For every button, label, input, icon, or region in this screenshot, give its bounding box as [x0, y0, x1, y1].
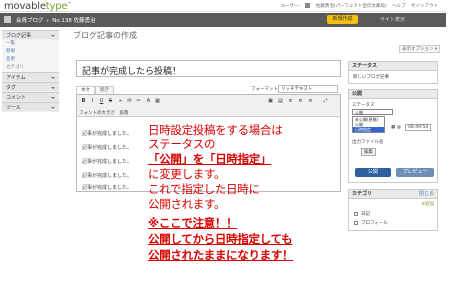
checkbox[interactable] [354, 211, 358, 216]
sidebar-item-tags[interactable]: タグ [2, 82, 59, 92]
image-icon[interactable]: ▣ [267, 98, 274, 105]
blog-context[interactable]: 会員ブログ ▸ No.138 佐藤勇治 [16, 16, 96, 24]
fullscreen-icon[interactable]: ⤢ [322, 98, 329, 105]
text-color-icon[interactable]: A [145, 98, 152, 105]
sidebar-item-list[interactable]: 一覧 [2, 40, 59, 48]
format-select[interactable]: リッチテキスト [278, 85, 338, 93]
option-scheduled[interactable]: 日時指定 [353, 127, 384, 132]
body-line: 記事が完成しました。 [82, 145, 133, 151]
category-item[interactable]: プロフィール [354, 220, 388, 226]
sidebar-item-entries[interactable]: ブログ記事 [2, 30, 59, 40]
movabletype-logo[interactable]: movabletype™ [4, 1, 71, 12]
sidebar-item-tools[interactable]: ツール [2, 102, 59, 112]
top-header: movabletype™ ユーザー: 佐藤勇治(パーフェクト宣伝文庫局) ヘルプ… [0, 0, 446, 12]
new-create-button[interactable]: 新規作成 [327, 15, 358, 24]
page-title: ブログ記事の作成 [73, 31, 137, 40]
sidebar-item-edit[interactable]: 変更 [2, 56, 59, 64]
category-toggle-link[interactable]: 閉じる [419, 190, 434, 199]
callout-line: ※ここで注意！！ [148, 216, 238, 230]
publish-box: 公開 ステータス 公開 未公開(原稿) 公開 日時指定 ▦ @ 08:49:54… [348, 89, 438, 183]
sidebar-item-new[interactable]: 新規 [2, 48, 59, 56]
align-left-icon[interactable]: ≡ [287, 98, 294, 105]
callout-line: これで指定した日時に [148, 182, 260, 196]
align-center-icon[interactable]: ≡ [297, 98, 304, 105]
underline-icon[interactable]: U [98, 98, 105, 105]
category-title: カテゴリ [352, 191, 373, 197]
unlink-icon[interactable]: ✂ [135, 98, 142, 105]
help-link[interactable]: ヘルプ [392, 4, 406, 9]
callout-line: 日時設定投稿をする場合は [148, 123, 283, 137]
user-label: ユーザー: [280, 4, 300, 9]
sidebar-item-comments[interactable]: コメント [2, 92, 59, 102]
view-site-link[interactable]: サイト表示 [380, 16, 405, 23]
align-right-icon[interactable]: ≡ [307, 98, 314, 105]
signout-link[interactable]: サインアウト [411, 4, 438, 9]
home-icon[interactable] [4, 16, 11, 23]
font-size-control[interactable]: フォントの大きさ 段落 [79, 110, 128, 116]
display-options-button[interactable]: 表示オプション ▾ [399, 45, 441, 53]
category-add-label: 追加 [425, 202, 434, 207]
status-box: ステータス 新しいブログ記事 [348, 61, 438, 84]
font-size-label: フォントの大きさ [79, 111, 115, 116]
sidebar: ブログ記事 一覧 新規 変更 カテゴリ アイテム タグ コメント ツール [2, 30, 59, 130]
callout-line: 公開されたままになります！ [148, 248, 294, 262]
checkbox[interactable] [354, 220, 358, 225]
file-icon[interactable]: ▤ [277, 98, 284, 105]
category-label: 日記 [361, 212, 370, 217]
callout-line: 公開してから日時指定しても [148, 232, 293, 246]
status-value: 新しいブログ記事 [353, 75, 389, 80]
callout-line: ステータスの [148, 137, 216, 151]
right-column: ステータス 新しいブログ記事 公開 ステータス 公開 未公開(原稿) 公開 日時… [348, 61, 438, 281]
body-line: 記事が完成しました。 [82, 131, 133, 137]
entry-title-input[interactable]: 記事が完成したら投稿！ [76, 60, 341, 77]
font-size-value: 段落 [119, 111, 129, 116]
tab-more[interactable]: 続き [95, 86, 114, 94]
blog-number: No.138 [52, 18, 72, 24]
strikethrough-icon[interactable]: S [107, 98, 114, 105]
format-label: フォーマット [251, 87, 278, 92]
filename-label: 出力ファイル名 [352, 140, 384, 145]
logo-text-movable: movable [4, 1, 46, 12]
status-box-title: ステータス [349, 62, 437, 71]
publish-button[interactable]: 公開 [355, 168, 391, 177]
annotation-callout: 日時設定投稿をする場合は ステータスの 「公開」を「日時指定」 に変更します。 … [148, 123, 333, 283]
logo-text-type: type [45, 1, 68, 12]
callout-line: 公開されます。 [148, 197, 226, 211]
sidebar-item-category[interactable]: カテゴリ [2, 64, 59, 72]
avatar [305, 3, 311, 8]
body-line: 記事が完成しました。 [82, 159, 133, 165]
publish-status-dropdown: 未公開(原稿) 公開 日時指定 [352, 116, 385, 133]
blog-navbar: 会員ブログ ▸ No.138 佐藤勇治 新規作成 サイト表示 [0, 13, 446, 27]
publish-status-label: ステータス [352, 103, 375, 108]
body-line: 記事が完成しました。 [82, 185, 133, 191]
callout-line: 「公開」を「日時指定」 [148, 152, 272, 166]
sidebar-item-items[interactable]: アイテム [2, 72, 59, 82]
publish-status-select[interactable]: 公開 [352, 109, 393, 115]
email-link-icon[interactable]: ✉ [126, 98, 133, 105]
blog-label: 会員ブログ [16, 18, 44, 24]
tab-body[interactable]: 本文 [76, 86, 95, 94]
publish-box-title: 公開 [349, 90, 437, 99]
calendar-icon[interactable]: ▦ @ [391, 125, 401, 130]
user-name-link[interactable]: 佐藤勇治(パーフェクト宣伝文庫局) [316, 4, 387, 9]
body-line: 記事が完成しました。 [82, 173, 133, 179]
bold-icon[interactable]: B [80, 98, 87, 105]
italic-icon[interactable]: I [89, 98, 96, 105]
preview-button[interactable]: プレビュー [396, 168, 434, 177]
callout-line: に変更します。 [148, 167, 226, 181]
link-icon[interactable]: ∞ [117, 98, 124, 105]
bg-color-icon[interactable]: ▦ [154, 98, 161, 105]
category-item[interactable]: 日記 [354, 211, 370, 217]
time-input[interactable]: 08:49:54 [405, 124, 432, 131]
category-label: プロフィール [361, 221, 388, 226]
filename-edit-button[interactable]: 編集 [361, 148, 376, 156]
window-frame: movabletype™ ユーザー: 佐藤勇治(パーフェクト宣伝文庫局) ヘルプ… [0, 0, 450, 283]
editor-toolbar: B I U S ∞ ✉ ✂ A ▦ ▣ ▤ ≡ ≡ ≡ ⤢ フォントの大きさ 段… [77, 95, 340, 117]
category-box-title: カテゴリ 閉じる [349, 190, 437, 199]
user-links: ユーザー: 佐藤勇治(パーフェクト宣伝文庫局) ヘルプ サインアウト [277, 3, 438, 9]
category-add-link[interactable]: ⊕追加 [421, 201, 434, 207]
blog-author: 佐藤勇治 [73, 18, 96, 24]
category-box: カテゴリ 閉じる ⊕追加 日記 プロフィール [348, 189, 438, 231]
